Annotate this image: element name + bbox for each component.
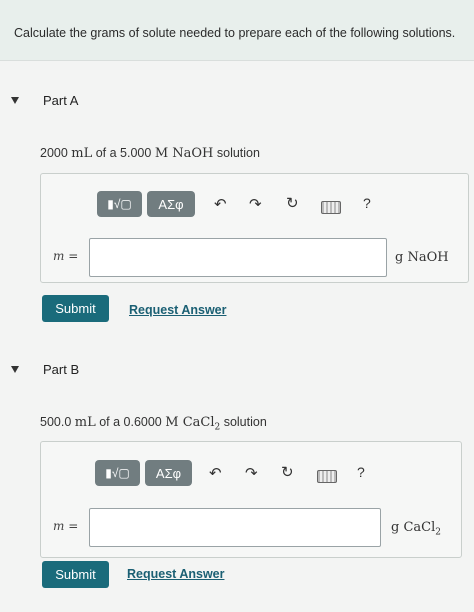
help-icon[interactable]: ?	[363, 195, 371, 211]
mass-input[interactable]	[89, 508, 381, 547]
keyboard-icon[interactable]	[317, 470, 337, 483]
part-a: Part A 2000 mL of a 5.000 M NaOH solutio…	[0, 60, 474, 335]
mass-input[interactable]	[89, 238, 387, 277]
variable-label: m =	[53, 519, 79, 533]
collapse-triangle-icon[interactable]	[11, 97, 19, 104]
reset-icon[interactable]: ↻	[281, 463, 294, 481]
unit-label: g NaOH	[395, 250, 449, 265]
collapse-triangle-icon[interactable]	[11, 366, 19, 373]
part-a-question: 2000 mL of a 5.000 M NaOH solution	[40, 146, 260, 161]
request-answer-link[interactable]: Request Answer	[127, 567, 224, 581]
help-icon[interactable]: ?	[357, 464, 365, 480]
answer-box: ▮√▢ ΑΣφ ↶ ↷ ↻ ? m = g NaOH	[40, 173, 469, 283]
prompt-band: Calculate the grams of solute needed to …	[0, 0, 474, 61]
part-b-title[interactable]: Part B	[43, 362, 79, 377]
undo-icon[interactable]: ↶	[209, 464, 222, 482]
unit-label: g CaCl2	[391, 520, 441, 538]
symbols-button[interactable]: ΑΣφ	[147, 191, 195, 217]
variable-label: m =	[53, 249, 79, 263]
template-icon: ▮√▢	[105, 466, 130, 480]
part-b-question: 500.0 mL of a 0.6000 M CaCl2 solution	[40, 415, 267, 433]
templates-button[interactable]: ▮√▢	[95, 460, 140, 486]
reset-icon[interactable]: ↻	[286, 194, 299, 212]
redo-icon[interactable]: ↷	[249, 195, 262, 213]
prompt-text: Calculate the grams of solute needed to …	[14, 26, 456, 40]
request-answer-link[interactable]: Request Answer	[129, 303, 226, 317]
symbols-button[interactable]: ΑΣφ	[145, 460, 192, 486]
keyboard-icon[interactable]	[321, 201, 341, 214]
answer-box: ▮√▢ ΑΣφ ↶ ↷ ↻ ? m = g CaCl2	[40, 441, 462, 558]
submit-button[interactable]: Submit	[42, 295, 109, 322]
templates-button[interactable]: ▮√▢	[97, 191, 142, 217]
redo-icon[interactable]: ↷	[245, 464, 258, 482]
part-b: Part B 500.0 mL of a 0.6000 M CaCl2 solu…	[0, 335, 474, 612]
part-a-title[interactable]: Part A	[43, 93, 78, 108]
undo-icon[interactable]: ↶	[214, 195, 227, 213]
template-icon: ▮√▢	[107, 197, 132, 211]
submit-button[interactable]: Submit	[42, 561, 109, 588]
